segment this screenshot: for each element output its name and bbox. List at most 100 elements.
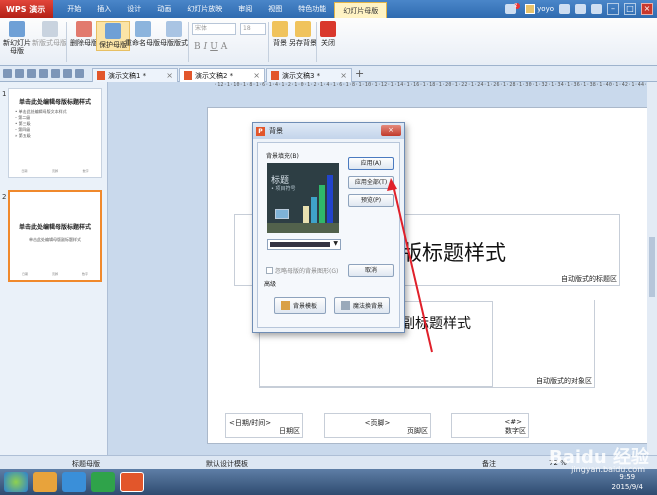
notes-button[interactable]: 备注: [482, 459, 496, 469]
close-tab-icon[interactable]: ×: [253, 71, 260, 80]
background-template-button[interactable]: 背景模板: [274, 297, 326, 314]
save-background-button[interactable]: 另存背景: [289, 21, 317, 47]
underline-button[interactable]: U: [210, 42, 218, 52]
template-icon: [281, 301, 290, 310]
slide-thumbnail-1[interactable]: 单击此处编辑母版标题样式 • 单击此处编辑母版文本样式 – 第二级 • 第三级 …: [8, 88, 102, 178]
close-master-label: 关闭: [321, 39, 335, 47]
apply-all-button[interactable]: 应用全部(T): [348, 176, 394, 189]
preview-icon[interactable]: [39, 69, 48, 78]
close-tab-icon[interactable]: ×: [166, 71, 173, 80]
user-account[interactable]: yoyo: [525, 4, 554, 14]
open-icon[interactable]: [15, 69, 24, 78]
font-color-button[interactable]: A: [221, 42, 228, 52]
ribbon-divider: [66, 22, 67, 62]
menu-tab-slideshow[interactable]: 幻灯片放映: [179, 0, 230, 18]
redo-icon[interactable]: [75, 69, 84, 78]
menu-tab-view[interactable]: 视图: [260, 0, 290, 18]
wps-presentation-taskbar-icon[interactable]: [120, 472, 144, 492]
doc-tab-label: 演示文稿3 *: [282, 71, 321, 80]
quick-access-toolbar: [3, 69, 84, 78]
insert-slide-master-button[interactable]: 新幻灯片 母版: [3, 21, 31, 55]
fill-type-select[interactable]: ▼: [267, 239, 341, 250]
doc-tab-3[interactable]: 演示文稿3 * ×: [266, 68, 352, 82]
document-tab-bar: 演示文稿1 * × 演示文稿2 * × 演示文稿3 * × +: [0, 66, 657, 82]
ie-browser-icon[interactable]: [62, 472, 86, 492]
thumb-foot-footer: 页脚: [51, 169, 58, 173]
menu-tab-review[interactable]: 审阅: [230, 0, 260, 18]
horizontal-ruler: ·12·1·10·1·8·1·6·1·4·1·2·1·0·1·2·1·4·1·6…: [214, 82, 654, 88]
preview-bar: [327, 175, 333, 223]
dialog-close-icon[interactable]: ×: [381, 125, 401, 136]
lock-icon: [105, 23, 121, 39]
skin-icon[interactable]: [559, 4, 570, 14]
save-icon[interactable]: [3, 69, 12, 78]
settings-icon[interactable]: [591, 4, 602, 14]
close-window-icon[interactable]: ×: [641, 3, 653, 15]
menu-tab-features[interactable]: 特色功能: [290, 0, 334, 18]
menu-tab-animation[interactable]: 动画: [149, 0, 179, 18]
master-layout-button[interactable]: 母版版式: [160, 21, 188, 47]
windows-taskbar: 9:59 2015/9/4: [0, 469, 657, 495]
status-template-name: 默认设计模板: [206, 460, 248, 468]
new-layout-label: 新版式母版: [32, 39, 67, 47]
wps-app-button[interactable]: WPS 演示: [0, 0, 54, 18]
menu-tab-slide-master[interactable]: 幻灯片母版: [334, 2, 388, 18]
status-layout-name: 标题母版: [72, 460, 100, 468]
baidu-watermark-url: jingyan.baidu.com: [571, 465, 645, 474]
date-placeholder[interactable]: <日期/时间> 日期区: [225, 413, 303, 438]
preview-button[interactable]: 预览(P): [348, 194, 394, 207]
magic-wand-icon: [341, 301, 350, 310]
360-browser-icon[interactable]: [91, 472, 115, 492]
new-layout-button[interactable]: 新版式母版: [32, 21, 67, 47]
number-placeholder[interactable]: <#> 数字区: [451, 413, 529, 438]
save-background-label: 另存背景: [289, 39, 317, 47]
bold-button[interactable]: B: [194, 42, 201, 52]
rename-master-button[interactable]: 重命名母版: [125, 21, 160, 47]
file-explorer-icon[interactable]: [33, 472, 57, 492]
ribbon: 新幻灯片 母版 新版式母版 删除母版 保护母版 重命名母版 母版版式 宋体 18…: [0, 18, 657, 66]
presentation-icon: [271, 71, 279, 80]
preview-monitor-graphic: [275, 209, 289, 219]
menu-tab-insert[interactable]: 插入: [89, 0, 119, 18]
close-master-button[interactable]: 关闭: [320, 21, 336, 47]
apply-button[interactable]: 应用(A): [348, 157, 394, 170]
new-tab-icon[interactable]: +: [355, 67, 364, 80]
footer-placeholder[interactable]: <页脚> 页脚区: [324, 413, 431, 438]
preview-bar: [319, 185, 325, 223]
menu-tab-design[interactable]: 设计: [119, 0, 149, 18]
menu-tabs: 开始 插入 设计 动画 幻灯片放映 审阅 视图 特色功能 幻灯片母版: [59, 0, 388, 18]
italic-button[interactable]: I: [204, 42, 208, 52]
background-fill-label: 背景填充(B): [266, 153, 299, 160]
minimize-icon[interactable]: –: [607, 3, 619, 15]
chevron-down-icon: ▼: [333, 240, 338, 247]
vertical-scrollbar[interactable]: [647, 82, 657, 455]
doc-tab-1[interactable]: 演示文稿1 * ×: [92, 68, 178, 82]
delete-master-button[interactable]: 删除母版: [70, 21, 98, 47]
scrollbar-thumb[interactable]: [649, 237, 655, 297]
cancel-button[interactable]: 取消: [348, 264, 394, 277]
help-icon[interactable]: [575, 4, 586, 14]
print-icon[interactable]: [27, 69, 36, 78]
font-name-select[interactable]: 宋体: [192, 23, 236, 35]
magic-background-button[interactable]: 魔法换背景: [334, 297, 390, 314]
doc-tab-2[interactable]: 演示文稿2 * ×: [179, 68, 265, 82]
start-button-icon[interactable]: [4, 472, 28, 492]
undo-icon[interactable]: [63, 69, 72, 78]
thumb-foot-number: 数字: [81, 272, 88, 276]
slide-thumbnail-2[interactable]: 单击此处编辑母版标题样式 单击此处编辑母版副标题样式 日期 页脚 数字: [8, 190, 102, 282]
maximize-icon[interactable]: □: [624, 3, 636, 15]
menu-tab-start[interactable]: 开始: [59, 0, 89, 18]
master-layout-label: 母版版式: [160, 39, 188, 47]
background-button[interactable]: 背景: [272, 21, 288, 47]
background-dialog: P 背景 × 背景填充(B) 标题 • 项目符号 ▼ 应用(A) 应用全部(T)…: [252, 122, 405, 333]
format-painter-icon[interactable]: [51, 69, 60, 78]
close-tab-icon[interactable]: ×: [340, 71, 347, 80]
font-size-select[interactable]: 18: [240, 23, 266, 35]
omit-master-graphics-checkbox[interactable]: 忽略母版的背景图形(G): [266, 266, 338, 275]
mail-icon[interactable]: [505, 4, 517, 14]
thumb-subtitle: 单击此处编辑母版副标题样式: [29, 237, 81, 242]
thumb-foot-date: 日期: [21, 169, 28, 173]
background-template-label: 背景模板: [293, 303, 318, 310]
ribbon-divider: [188, 22, 189, 62]
advanced-label: 高级: [264, 281, 277, 288]
